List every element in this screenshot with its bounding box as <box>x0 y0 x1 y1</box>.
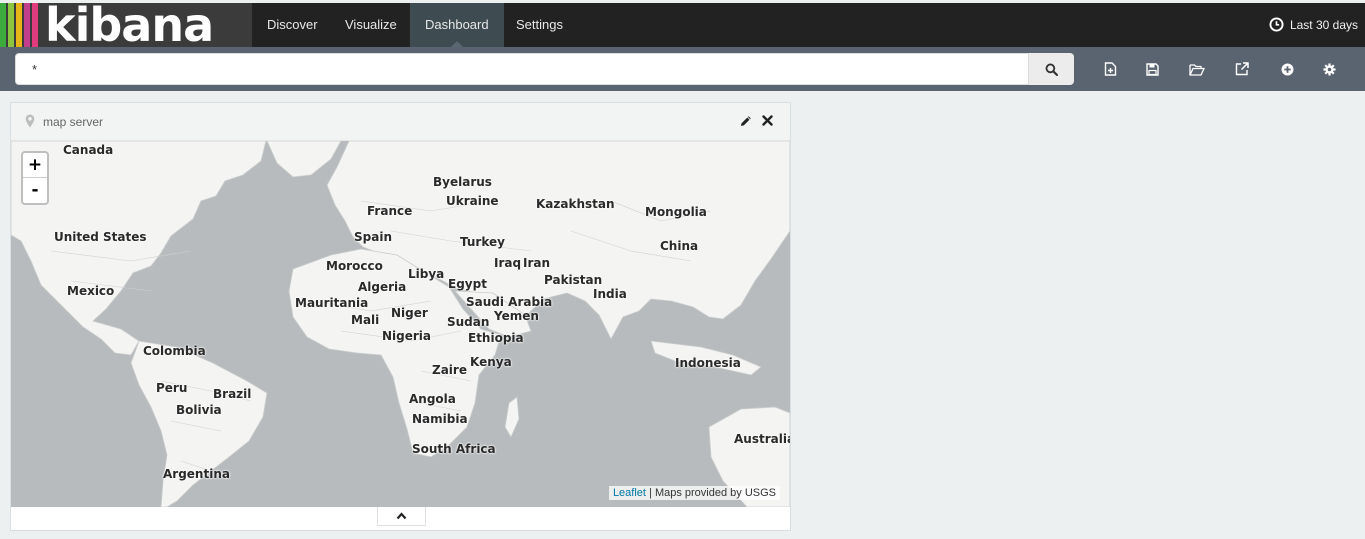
country-label: Mali <box>351 313 380 327</box>
tab-settings[interactable]: Settings <box>501 3 578 47</box>
logo-stripe-5 <box>32 3 38 47</box>
zoom-control: + - <box>21 151 49 205</box>
save-dashboard-button[interactable] <box>1142 59 1162 79</box>
country-label: Niger <box>391 306 428 320</box>
country-label: Iran <box>523 256 551 270</box>
country-label: South Africa <box>412 442 496 456</box>
settings-icon <box>1322 62 1336 76</box>
logo-stripe-2 <box>8 3 14 47</box>
leaflet-link[interactable]: Leaflet <box>613 487 646 499</box>
zoom-out-button[interactable]: - <box>23 178 47 203</box>
country-label: China <box>660 239 699 253</box>
country-label: Bolivia <box>176 403 222 417</box>
query-bar <box>0 47 1365 91</box>
country-label: Canada <box>63 143 114 157</box>
close-icon[interactable] <box>762 115 773 126</box>
share-icon <box>1235 62 1249 76</box>
country-label: Ukraine <box>446 194 499 208</box>
chevron-up-icon <box>396 512 407 520</box>
dashboard-settings-button[interactable] <box>1319 59 1339 79</box>
clock-icon <box>1269 17 1284 32</box>
country-label: Indonesia <box>675 356 741 370</box>
new-dashboard-button[interactable] <box>1100 59 1120 79</box>
logo-stripe-4 <box>24 3 30 47</box>
country-label: Brazil <box>213 387 252 401</box>
add-panel-button[interactable] <box>1277 59 1297 79</box>
country-label: Kazakhstan <box>536 197 615 211</box>
time-picker[interactable]: Last 30 days <box>1269 3 1358 47</box>
open-icon <box>1189 63 1205 76</box>
map-attribution: Leaflet | Maps provided by USGS <box>608 486 780 500</box>
country-label: Kenya <box>470 355 512 369</box>
country-label: Saudi Arabia <box>466 295 553 309</box>
attribution-text: | Maps provided by USGS <box>649 487 776 499</box>
new-dashboard-icon <box>1104 62 1116 76</box>
logo-text: kibana <box>45 3 214 47</box>
save-icon <box>1145 62 1159 76</box>
search-input[interactable] <box>15 53 1029 85</box>
pencil-icon[interactable] <box>740 115 752 127</box>
panel-header[interactable]: map server <box>11 103 790 141</box>
search-button[interactable] <box>1029 53 1074 85</box>
country-label: India <box>593 287 627 301</box>
map-tiles <box>11 141 790 507</box>
country-label: Peru <box>156 381 188 395</box>
country-label: Zaire <box>432 363 467 377</box>
time-picker-label: Last 30 days <box>1289 18 1358 32</box>
collapse-toggle-button[interactable] <box>377 507 426 526</box>
zoom-in-button[interactable]: + <box>23 153 47 178</box>
search-icon <box>1045 63 1058 76</box>
country-label: Sudan <box>447 315 490 329</box>
country-label: Yemen <box>494 309 539 323</box>
top-navbar: kibana Discover Visualize Dashboard Sett… <box>0 3 1365 47</box>
country-label: Pakistan <box>544 273 603 287</box>
country-label: Byelarus <box>433 175 492 189</box>
tab-discover[interactable]: Discover <box>252 3 333 47</box>
country-label: Colombia <box>143 344 206 358</box>
country-label: Namibia <box>412 412 468 426</box>
add-panel-icon <box>1281 63 1293 75</box>
country-label: France <box>367 204 413 218</box>
country-label: Mongolia <box>645 205 707 219</box>
open-dashboard-button[interactable] <box>1187 59 1207 79</box>
country-label: Ethiopia <box>468 331 524 345</box>
country-label: Mexico <box>67 284 115 298</box>
country-label: Australia <box>734 432 790 446</box>
logo-stripe-3 <box>16 3 22 47</box>
tile-map[interactable]: + - Canada United States Mexico Colombia… <box>11 141 790 507</box>
panel-footer <box>11 507 790 530</box>
panel-title: map server <box>43 115 104 129</box>
country-label: Egypt <box>448 277 487 291</box>
tab-dashboard[interactable]: Dashboard <box>410 3 504 47</box>
country-label: Morocco <box>326 259 383 273</box>
country-label: Argentina <box>163 467 230 481</box>
map-pin-icon <box>25 114 35 128</box>
country-label: Angola <box>409 392 456 406</box>
share-dashboard-button[interactable] <box>1232 59 1252 79</box>
kibana-logo[interactable]: kibana <box>0 3 252 47</box>
country-label: Libya <box>408 267 445 281</box>
country-label: Turkey <box>460 235 505 249</box>
visualization-panel: map server + - Canada United States Mexi… <box>10 102 791 531</box>
country-label: Algeria <box>358 280 407 294</box>
country-label: United States <box>54 230 147 244</box>
country-label: Iraq <box>494 256 522 270</box>
country-label: Nigeria <box>382 329 432 343</box>
country-label: Spain <box>354 230 392 244</box>
logo-stripe-1 <box>0 3 6 47</box>
country-label: Mauritania <box>295 296 369 310</box>
tab-visualize[interactable]: Visualize <box>330 3 412 47</box>
